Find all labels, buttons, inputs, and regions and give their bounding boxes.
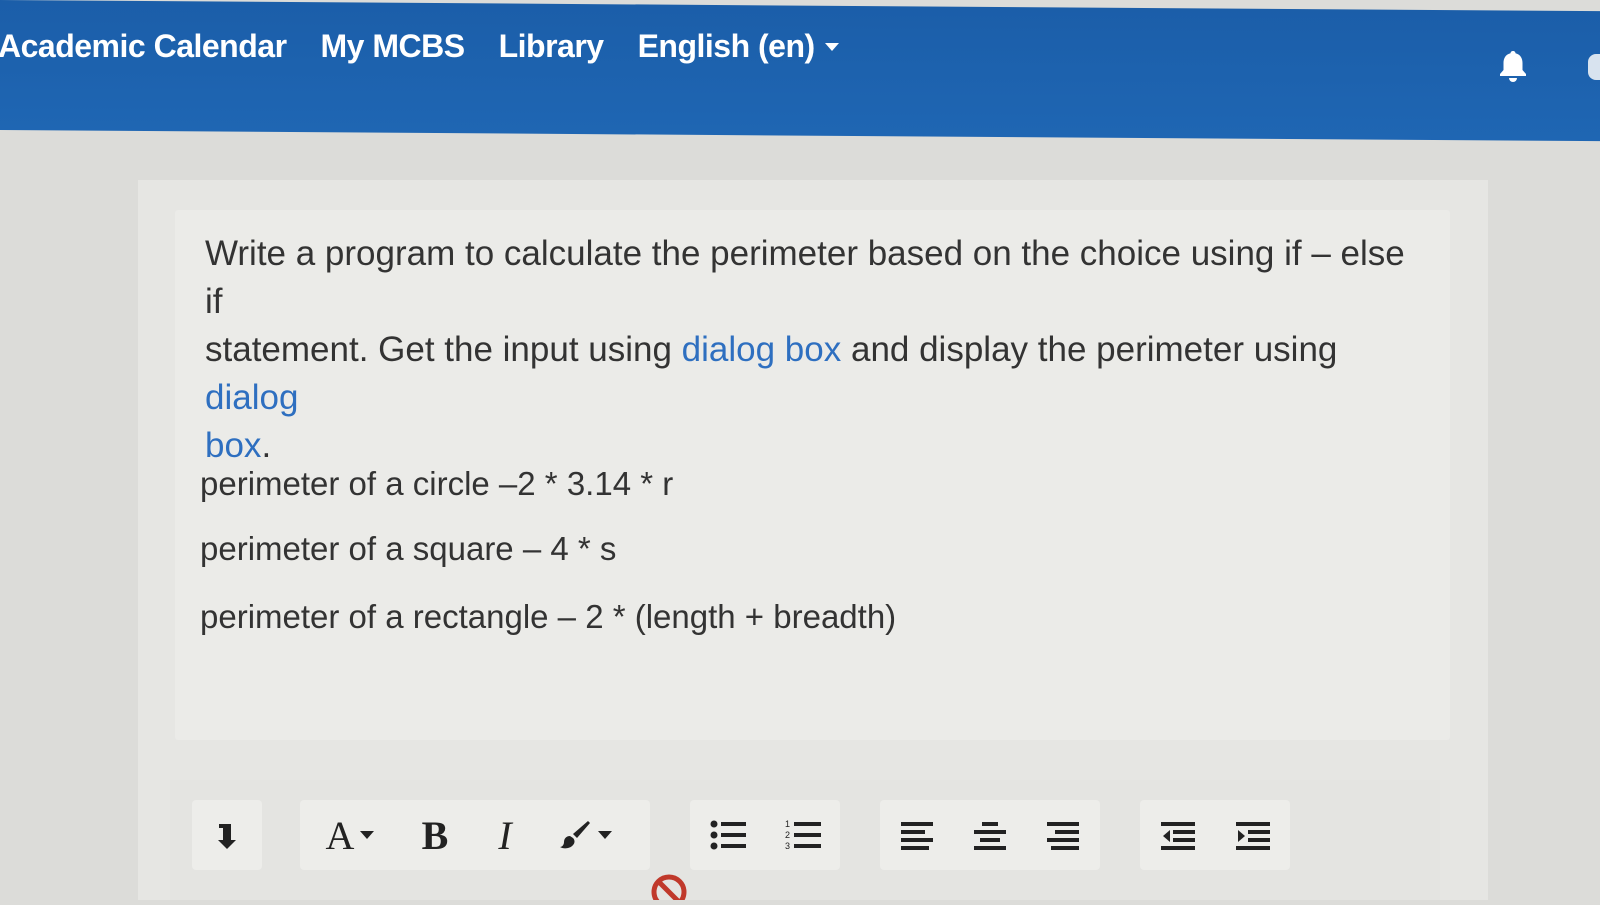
question-line-2-middle: and display the perimeter using [841, 330, 1338, 369]
toolbar-group-collapse [192, 800, 262, 870]
numbered-list-icon[interactable]: 123 [765, 800, 840, 870]
toolbar-group-format: A B I [300, 800, 650, 870]
toolbar-group-lists: 123 [690, 800, 840, 870]
dialog-box-link-2b[interactable]: box [205, 426, 261, 465]
indent-icon[interactable] [1215, 800, 1290, 870]
question-line-1: Write a program to calculate the perimet… [205, 234, 1405, 321]
svg-text:1: 1 [785, 819, 790, 829]
nav-link-my-mcbs[interactable]: My MCBS [321, 28, 466, 65]
nav-links: Academic Calendar My MCBS Library Englis… [0, 28, 873, 65]
svg-text:2: 2 [785, 830, 790, 840]
user-menu-edge[interactable] [1588, 54, 1600, 80]
dialog-box-link-2a[interactable]: dialog [205, 378, 298, 417]
align-right-icon[interactable] [1026, 800, 1099, 870]
paint-brush-icon [560, 821, 590, 849]
formula-rectangle: perimeter of a rectangle – 2 * (length +… [200, 598, 897, 635]
align-center-icon[interactable] [953, 800, 1026, 870]
dialog-box-link-1[interactable]: dialog box [682, 330, 842, 369]
top-navbar [0, 0, 1600, 142]
formula-circle: perimeter of a circle –2 * 3.14 * r [200, 465, 674, 502]
bullet-list-icon[interactable] [690, 800, 765, 870]
language-label: English (en) [637, 28, 816, 64]
nav-link-library[interactable]: Library [499, 28, 604, 65]
svg-text:3: 3 [785, 841, 790, 851]
question-text: Write a program to calculate the perimet… [205, 230, 1430, 470]
bold-button[interactable]: B [400, 800, 470, 870]
paint-brush-button[interactable] [540, 800, 630, 870]
toolbar-group-align [880, 800, 1100, 870]
chevron-down-icon [360, 831, 375, 839]
chevron-down-icon [824, 42, 839, 51]
font-button-label: A [325, 812, 355, 858]
language-menu[interactable]: English (en) [638, 28, 839, 65]
collapse-icon[interactable] [192, 800, 262, 870]
chevron-down-icon [598, 831, 612, 839]
formula-square: perimeter of a square – 4 * s [200, 530, 617, 567]
nav-link-academic-calendar[interactable]: Academic Calendar [0, 28, 287, 65]
no-entry-icon [650, 873, 688, 905]
align-left-icon[interactable] [880, 800, 953, 870]
italic-button[interactable]: I [470, 800, 540, 870]
toolbar-group-indent [1140, 800, 1290, 870]
question-line-2-start: statement. Get the input using [205, 330, 682, 369]
font-color-button[interactable]: A [300, 800, 400, 870]
question-end: . [261, 426, 272, 465]
bell-icon[interactable] [1496, 48, 1530, 89]
outdent-icon[interactable] [1140, 800, 1215, 870]
